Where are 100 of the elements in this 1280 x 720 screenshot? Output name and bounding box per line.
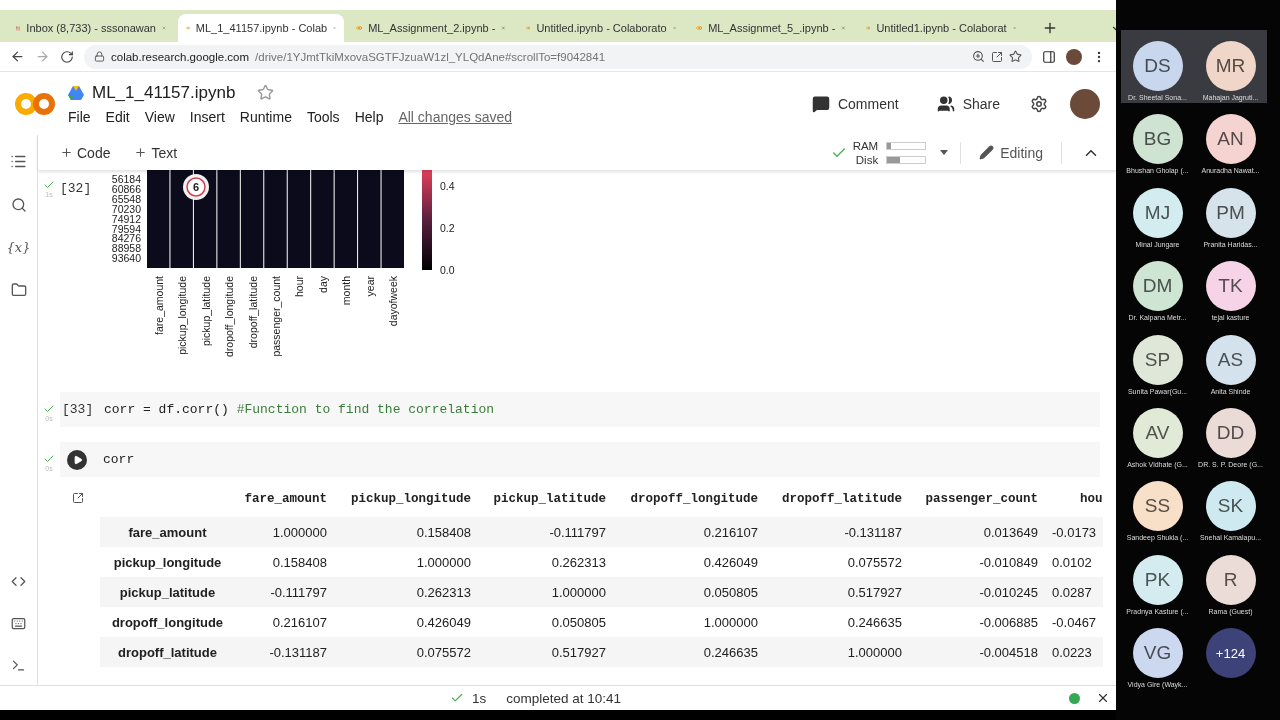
variables-button[interactable]: {x} [6, 240, 31, 255]
row-header: pickup_latitude [100, 577, 235, 607]
settings-icon[interactable] [1030, 94, 1048, 113]
notebook-title[interactable]: ML_1_41157.ipynb [92, 82, 236, 103]
table-cell: 0.050805 [479, 607, 614, 637]
tick-label: 79594 [111, 222, 141, 235]
table-cell: 0.246635 [614, 637, 766, 667]
code-text: corr [103, 452, 135, 467]
address-bar[interactable]: colab.research.google.com /drive/1YJmtTkiMxovaSGTFJzuaW1zl_YLQdAne#scrollTo=f9042841 [84, 44, 1032, 69]
check-icon [43, 453, 55, 465]
meter-label: Disk [854, 153, 879, 166]
table-cell: -0.131187 [766, 517, 910, 547]
column-header: pickup_latitude [479, 480, 614, 517]
participant-avatar: AN [1205, 114, 1256, 165]
menu-item[interactable]: Insert [189, 108, 225, 125]
output-icon[interactable] [72, 492, 84, 504]
table-cell: 1.000000 [766, 637, 910, 667]
menu-item[interactable]: View [144, 108, 175, 125]
user-avatar[interactable] [1070, 88, 1100, 119]
tick-label: dayofweek [387, 276, 400, 327]
keyboard-icon[interactable] [11, 616, 26, 631]
menu-item[interactable]: Edit [105, 108, 130, 125]
code-icon[interactable] [11, 574, 26, 589]
table-cell: -0.006885 [910, 607, 1046, 637]
tick-label: day [316, 276, 329, 293]
code-comment: #Function to find the correlation [236, 402, 495, 417]
run-button[interactable] [67, 449, 87, 470]
table-cell: 0.0287 [1046, 577, 1103, 607]
code-cell[interactable]: corr [60, 442, 1100, 477]
menu-item[interactable]: Help [354, 108, 384, 125]
save-status-link[interactable]: All changes saved [398, 108, 513, 125]
table-cell: -0.111797 [235, 577, 335, 607]
search-icon[interactable] [10, 197, 27, 213]
tick-label: pickup_longitude [176, 276, 189, 355]
comment-button[interactable]: Comment [805, 93, 905, 114]
comment-icon [811, 94, 830, 113]
table-cell: 0.158408 [235, 547, 335, 577]
browser-tab[interactable]: Inbox (8,733) - sssonawan [8, 14, 174, 42]
participant-avatar: MJ [1132, 187, 1183, 238]
zoom-icon[interactable] [972, 50, 985, 63]
table-cell: 0.246635 [766, 607, 910, 637]
share-icon[interactable] [991, 50, 1003, 63]
run-duration: 1s [472, 690, 487, 706]
participant-avatar: BG [1132, 114, 1183, 165]
participant-avatar: SP [1132, 334, 1183, 385]
participant-avatar: DD [1205, 407, 1256, 458]
browser-tab[interactable]: ML_Assignmet_5_.ipynb - [688, 14, 854, 42]
connection-status-icon [1069, 692, 1080, 704]
side-panel-icon[interactable] [1042, 49, 1056, 64]
colab-logo[interactable] [14, 91, 56, 116]
insert-button[interactable]: Text [128, 143, 184, 162]
participant-avatar: PM [1205, 187, 1256, 238]
tick-label: passenger_count [270, 276, 282, 357]
share-button[interactable]: Share [930, 93, 1006, 114]
table-cell: 0.0223 [1046, 637, 1103, 667]
terminal-icon[interactable] [11, 658, 26, 673]
table-cell: 0.216107 [235, 607, 335, 637]
code-cell[interactable]: [33] corr = df.corr() #Function to find the correlation [60, 392, 1100, 427]
insert-button[interactable]: Code [54, 143, 117, 162]
back-icon[interactable] [10, 49, 25, 64]
meter-label: RAM [852, 139, 879, 152]
column-header: fare_amount [235, 480, 335, 517]
tick-label: 70230 [111, 202, 141, 215]
column-header: hou [1046, 480, 1103, 517]
execution-count: [33] [62, 402, 95, 417]
tick-label: 84276 [111, 232, 141, 245]
tick-label: fare_amount [152, 276, 165, 335]
folder-icon[interactable] [10, 282, 27, 298]
table-cell: 0.013649 [910, 517, 1046, 547]
browser-tab[interactable]: ML_1_41157.ipynb - Colab [178, 14, 344, 42]
reload-icon[interactable] [60, 49, 74, 64]
editing-button[interactable]: Editing [973, 143, 1049, 162]
participant-tile[interactable]: +124 [1194, 617, 1267, 691]
lock-icon[interactable] [94, 51, 105, 62]
browser-tab[interactable]: ML_Assignment_2.ipynb - [348, 14, 514, 42]
star-icon[interactable] [257, 84, 275, 101]
caret-icon[interactable] [940, 150, 949, 155]
star-icon[interactable] [1009, 50, 1022, 63]
check-icon [450, 691, 464, 705]
tick-label: 0.4 [440, 180, 455, 192]
participant-avatar: MR [1205, 41, 1256, 91]
table-cell: 1.000000 [235, 517, 335, 547]
menu-item[interactable]: File [68, 108, 91, 125]
participant-avatar: R [1205, 554, 1256, 605]
usage-meter [886, 155, 927, 164]
browser-tab[interactable]: Untitled.ipynb - Colaborato [518, 14, 684, 42]
menu-item[interactable]: Tools [306, 108, 340, 125]
check-icon [43, 179, 55, 191]
column-header: passenger_count [910, 480, 1046, 517]
more-participants-button[interactable]: +124 [1205, 628, 1256, 679]
drive-icon [68, 85, 84, 100]
table-cell: -0.111797 [479, 517, 614, 547]
browser-tab[interactable]: Untitled1.ipynb - Colaborat [858, 14, 1024, 42]
new-tab-button[interactable] [1042, 20, 1058, 36]
toc-icon[interactable] [10, 153, 27, 170]
menu-item[interactable]: Runtime [239, 108, 292, 125]
close-icon[interactable] [1096, 691, 1110, 705]
colab-icon [696, 23, 703, 33]
profile-avatar[interactable] [1066, 48, 1082, 65]
participant-avatar: TK [1205, 261, 1256, 312]
